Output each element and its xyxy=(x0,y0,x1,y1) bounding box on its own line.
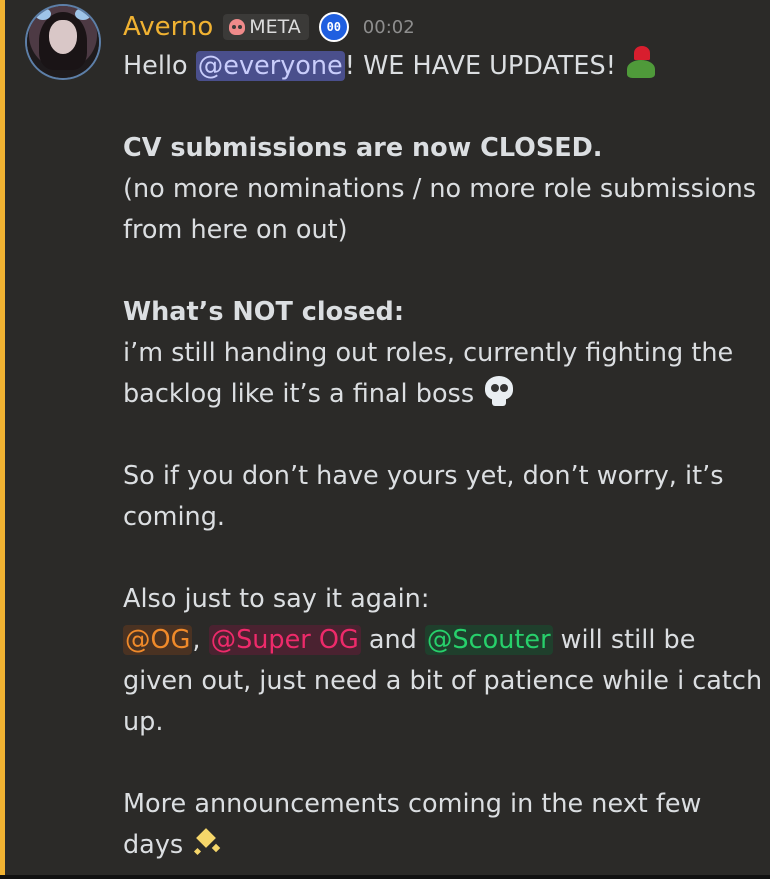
avatar-face xyxy=(49,20,77,54)
message-line: @OG, @Super OG and @Scouter will still b… xyxy=(123,620,763,661)
message-line: coming. xyxy=(123,502,225,532)
role-tag[interactable]: META xyxy=(223,14,309,40)
avatar-bow-right xyxy=(75,8,91,20)
message-line: up. xyxy=(123,707,164,737)
text: days xyxy=(123,830,184,860)
chat-message: Averno META 00 00:02 Hello @everyone! WE… xyxy=(0,0,770,875)
message-line: given out, just need a bit of patience w… xyxy=(123,666,763,696)
timestamp[interactable]: 00:02 xyxy=(363,17,415,38)
heart-on-head-emoji-icon xyxy=(624,46,658,80)
message-line: CV submissions are now CLOSED. xyxy=(123,133,603,163)
server-badge-icon[interactable]: 00 xyxy=(318,12,349,42)
mention-super-og[interactable]: @Super OG xyxy=(208,625,361,655)
message-line: Also just to say it again: xyxy=(123,584,430,614)
text: backlog like it’s a final boss xyxy=(123,379,475,409)
mention-everyone[interactable]: @everyone xyxy=(195,51,345,81)
text: , xyxy=(192,625,209,655)
message-line: Hello @everyone! WE HAVE UPDATES! xyxy=(123,46,763,87)
message-line: (no more nominations / no more role subm… xyxy=(123,174,757,204)
message-line: More announcements coming in the next fe… xyxy=(123,789,702,819)
avatar[interactable] xyxy=(27,6,99,78)
mention-scouter[interactable]: @Scouter xyxy=(424,625,553,655)
skull-emoji-icon xyxy=(482,374,516,408)
text: and xyxy=(360,625,425,655)
text: ! WE HAVE UPDATES! xyxy=(344,51,616,81)
mention-og[interactable]: @OG xyxy=(123,625,193,655)
avatar-bow-left xyxy=(35,8,51,20)
text: will still be xyxy=(552,625,696,655)
username[interactable]: Averno xyxy=(123,12,213,42)
message-content: Hello @everyone! WE HAVE UPDATES! CV sub… xyxy=(123,46,763,866)
message-line: from here on out) xyxy=(123,215,348,245)
message-line: backlog like it’s a final boss xyxy=(123,374,763,415)
role-tag-label: META xyxy=(249,16,301,38)
message-header: Averno META 00 00:02 xyxy=(123,10,415,44)
message-line: What’s NOT closed: xyxy=(123,297,405,327)
message-line: So if you don’t have yours yet, don’t wo… xyxy=(123,461,724,491)
text: Hello xyxy=(123,51,196,81)
message-line: days xyxy=(123,825,763,866)
message-line: i’m still handing out roles, currently f… xyxy=(123,338,734,368)
skull-icon xyxy=(229,19,246,35)
sparkles-emoji-icon xyxy=(191,825,225,859)
